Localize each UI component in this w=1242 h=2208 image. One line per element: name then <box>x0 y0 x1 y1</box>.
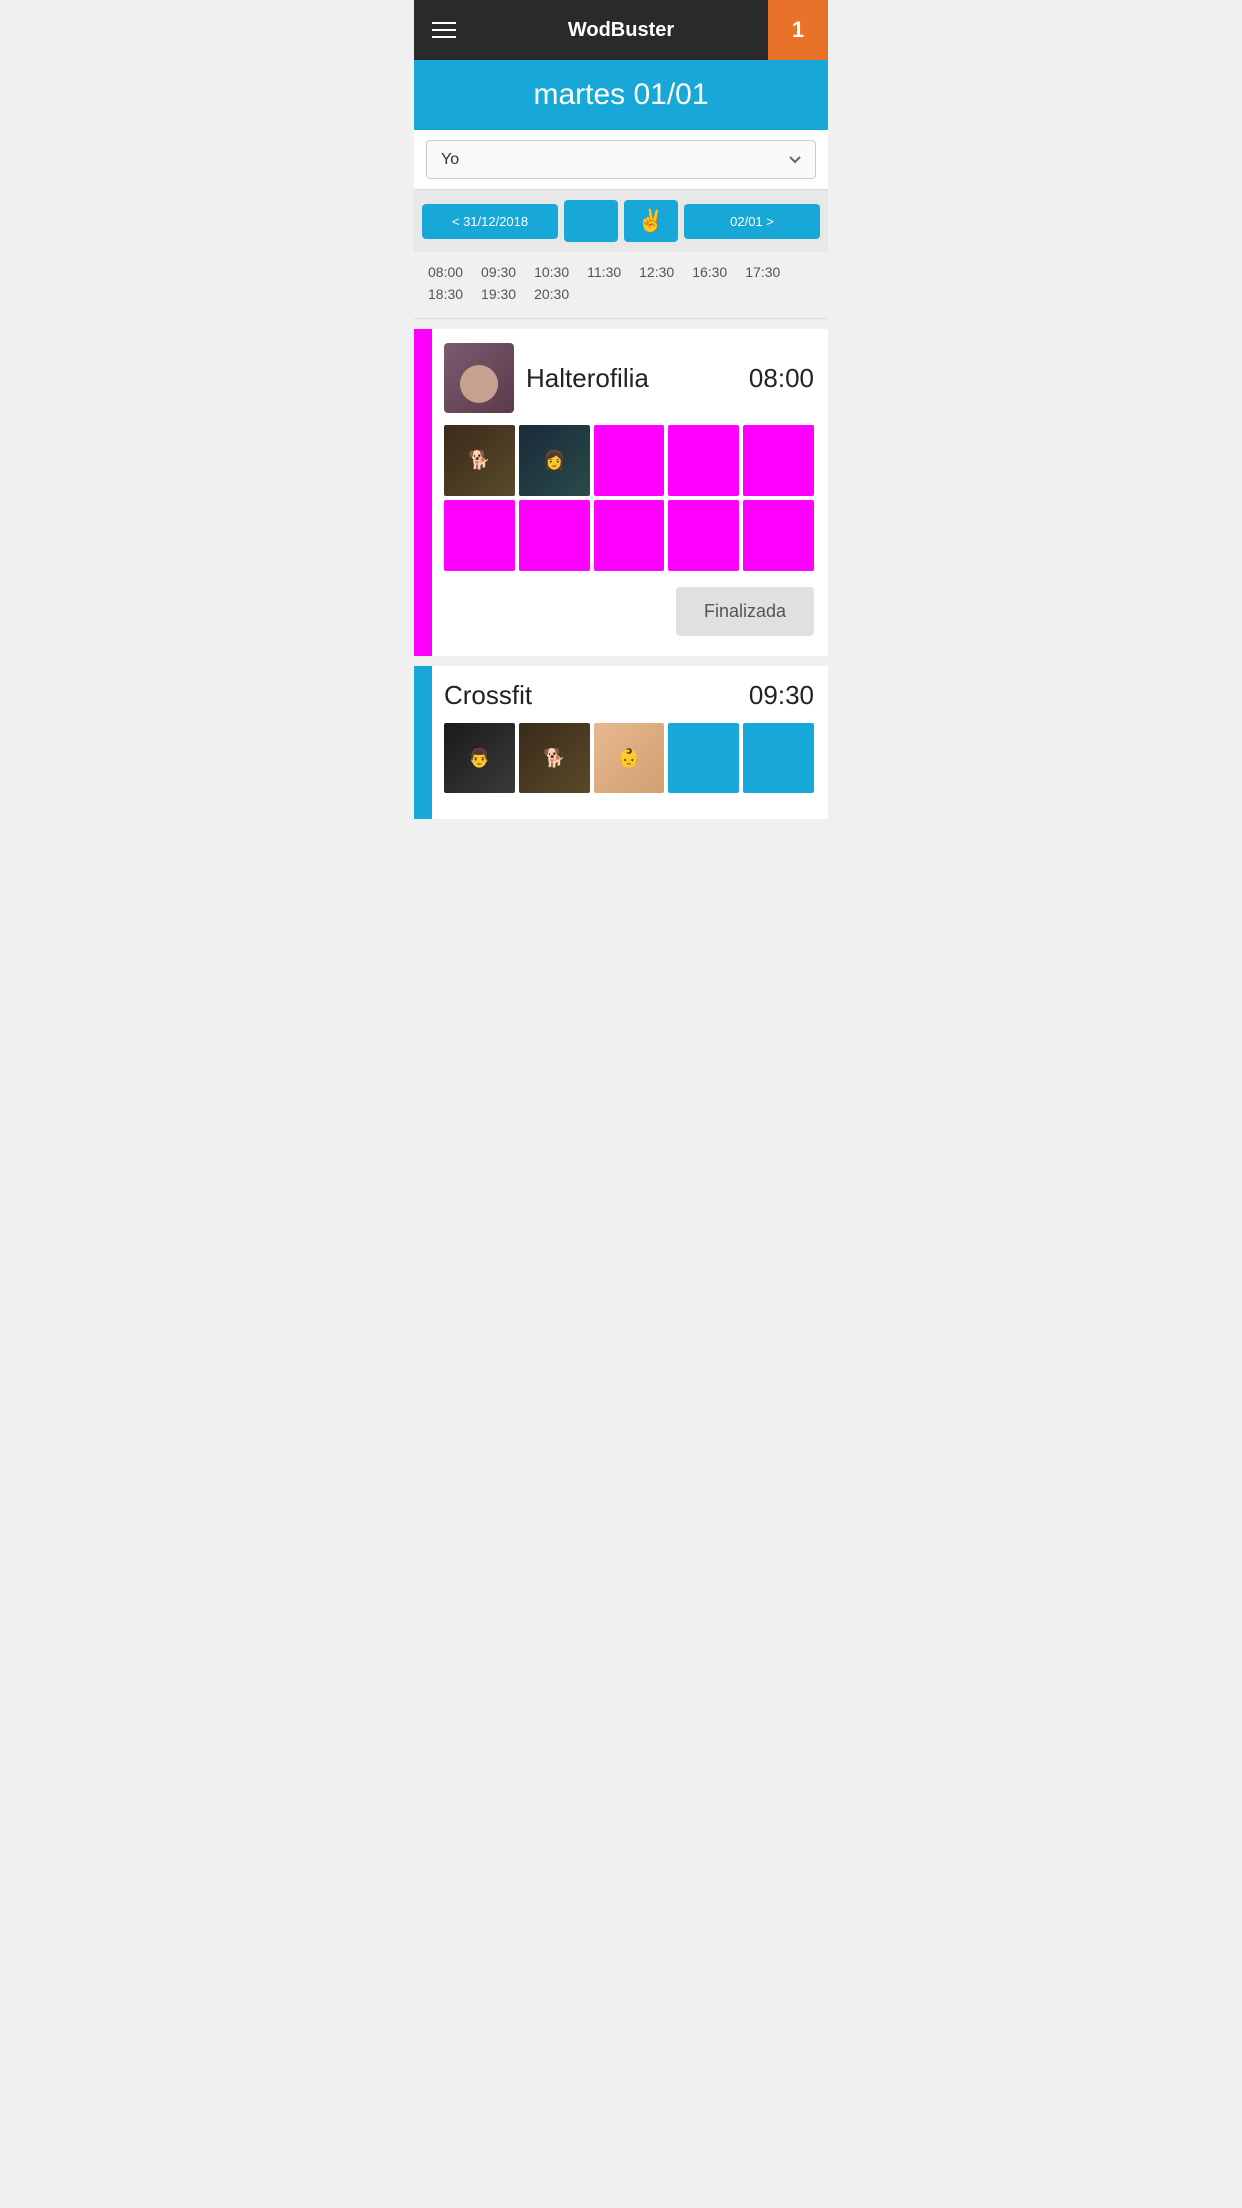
participant-cell-empty8[interactable] <box>743 500 814 571</box>
time-slot-0930[interactable]: 09:30 <box>481 264 516 280</box>
status-row-halterofilia: Finalizada <box>444 583 814 642</box>
participant-grid-halterofilia: 🐕 👩 <box>444 425 814 571</box>
time-slot-2030[interactable]: 20:30 <box>534 286 569 302</box>
time-slot-1930[interactable]: 19:30 <box>481 286 516 302</box>
participant-cell-woman1[interactable]: 👩 <box>519 425 590 496</box>
peace-icon-button[interactable]: ✌️ <box>624 200 678 242</box>
classes-list: Halterofilia 08:00 🐕 👩 Finalizada <box>414 319 828 819</box>
participant-cell-empty1[interactable] <box>594 425 665 496</box>
participant-cell-empty-cyan1[interactable] <box>668 723 739 794</box>
participant-cell-baby1[interactable]: 👶 <box>594 723 665 794</box>
time-slot-1130[interactable]: 11:30 <box>587 264 621 280</box>
app-header: WodBuster 1 <box>414 0 828 60</box>
participant-cell-empty7[interactable] <box>668 500 739 571</box>
date-bar: martes 01/01 <box>414 60 828 130</box>
next-day-button[interactable]: 02/01 > <box>684 204 820 239</box>
participant-cell-man1[interactable]: 👨 <box>444 723 515 794</box>
participant-cell-empty3[interactable] <box>743 425 814 496</box>
time-slot-1630[interactable]: 16:30 <box>692 264 727 280</box>
class-time-crossfit: 09:30 <box>749 680 814 711</box>
class-header-crossfit: Crossfit 09:30 <box>444 680 814 711</box>
finalizada-button[interactable]: Finalizada <box>676 587 814 636</box>
class-time-halterofilia: 08:00 <box>749 363 814 394</box>
participant-cell-dog2[interactable]: 🐕 <box>519 723 590 794</box>
participant-cell-empty-cyan2[interactable] <box>743 723 814 794</box>
notification-badge[interactable]: 1 <box>768 0 828 60</box>
time-slot-1030[interactable]: 10:30 <box>534 264 569 280</box>
class-header-halterofilia: Halterofilia 08:00 <box>444 343 814 413</box>
participant-cell-empty6[interactable] <box>594 500 665 571</box>
participant-grid-crossfit: 👨 🐕 👶 <box>444 723 814 794</box>
peace-sign-icon: ✌️ <box>637 208 664 234</box>
class-name-halterofilia: Halterofilia <box>526 363 749 394</box>
participant-cell-empty5[interactable] <box>519 500 590 571</box>
hamburger-line-2 <box>432 29 456 31</box>
time-slots-bar: 08:00 09:30 10:30 11:30 12:30 16:30 17:3… <box>414 252 828 319</box>
time-slots-list: 08:00 09:30 10:30 11:30 12:30 16:30 17:3… <box>428 264 814 308</box>
current-date: martes 01/01 <box>533 78 708 111</box>
participant-cell-empty4[interactable] <box>444 500 515 571</box>
calendar-icon-button[interactable] <box>564 200 618 242</box>
class-card-crossfit: Crossfit 09:30 👨 🐕 👶 <box>414 666 828 820</box>
prev-day-button[interactable]: < 31/12/2018 <box>422 204 558 239</box>
hamburger-line-1 <box>432 22 456 24</box>
class-instructor-avatar-halterofilia <box>444 343 514 413</box>
time-slot-0800[interactable]: 08:00 <box>428 264 463 280</box>
user-selector-container: Yo <box>414 130 828 190</box>
participant-cell-empty2[interactable] <box>668 425 739 496</box>
class-name-crossfit: Crossfit <box>444 680 749 711</box>
participant-cell-dog1[interactable]: 🐕 <box>444 425 515 496</box>
time-slot-1230[interactable]: 12:30 <box>639 264 674 280</box>
navigation-bar: < 31/12/2018 ✌️ 02/01 > <box>414 190 828 252</box>
time-slot-1730[interactable]: 17:30 <box>745 264 780 280</box>
hamburger-line-3 <box>432 36 456 38</box>
user-dropdown[interactable]: Yo <box>426 140 816 179</box>
class-card-halterofilia: Halterofilia 08:00 🐕 👩 Finalizada <box>414 329 828 656</box>
time-slot-1830[interactable]: 18:30 <box>428 286 463 302</box>
app-title: WodBuster <box>474 19 768 42</box>
hamburger-menu-button[interactable] <box>414 22 474 38</box>
